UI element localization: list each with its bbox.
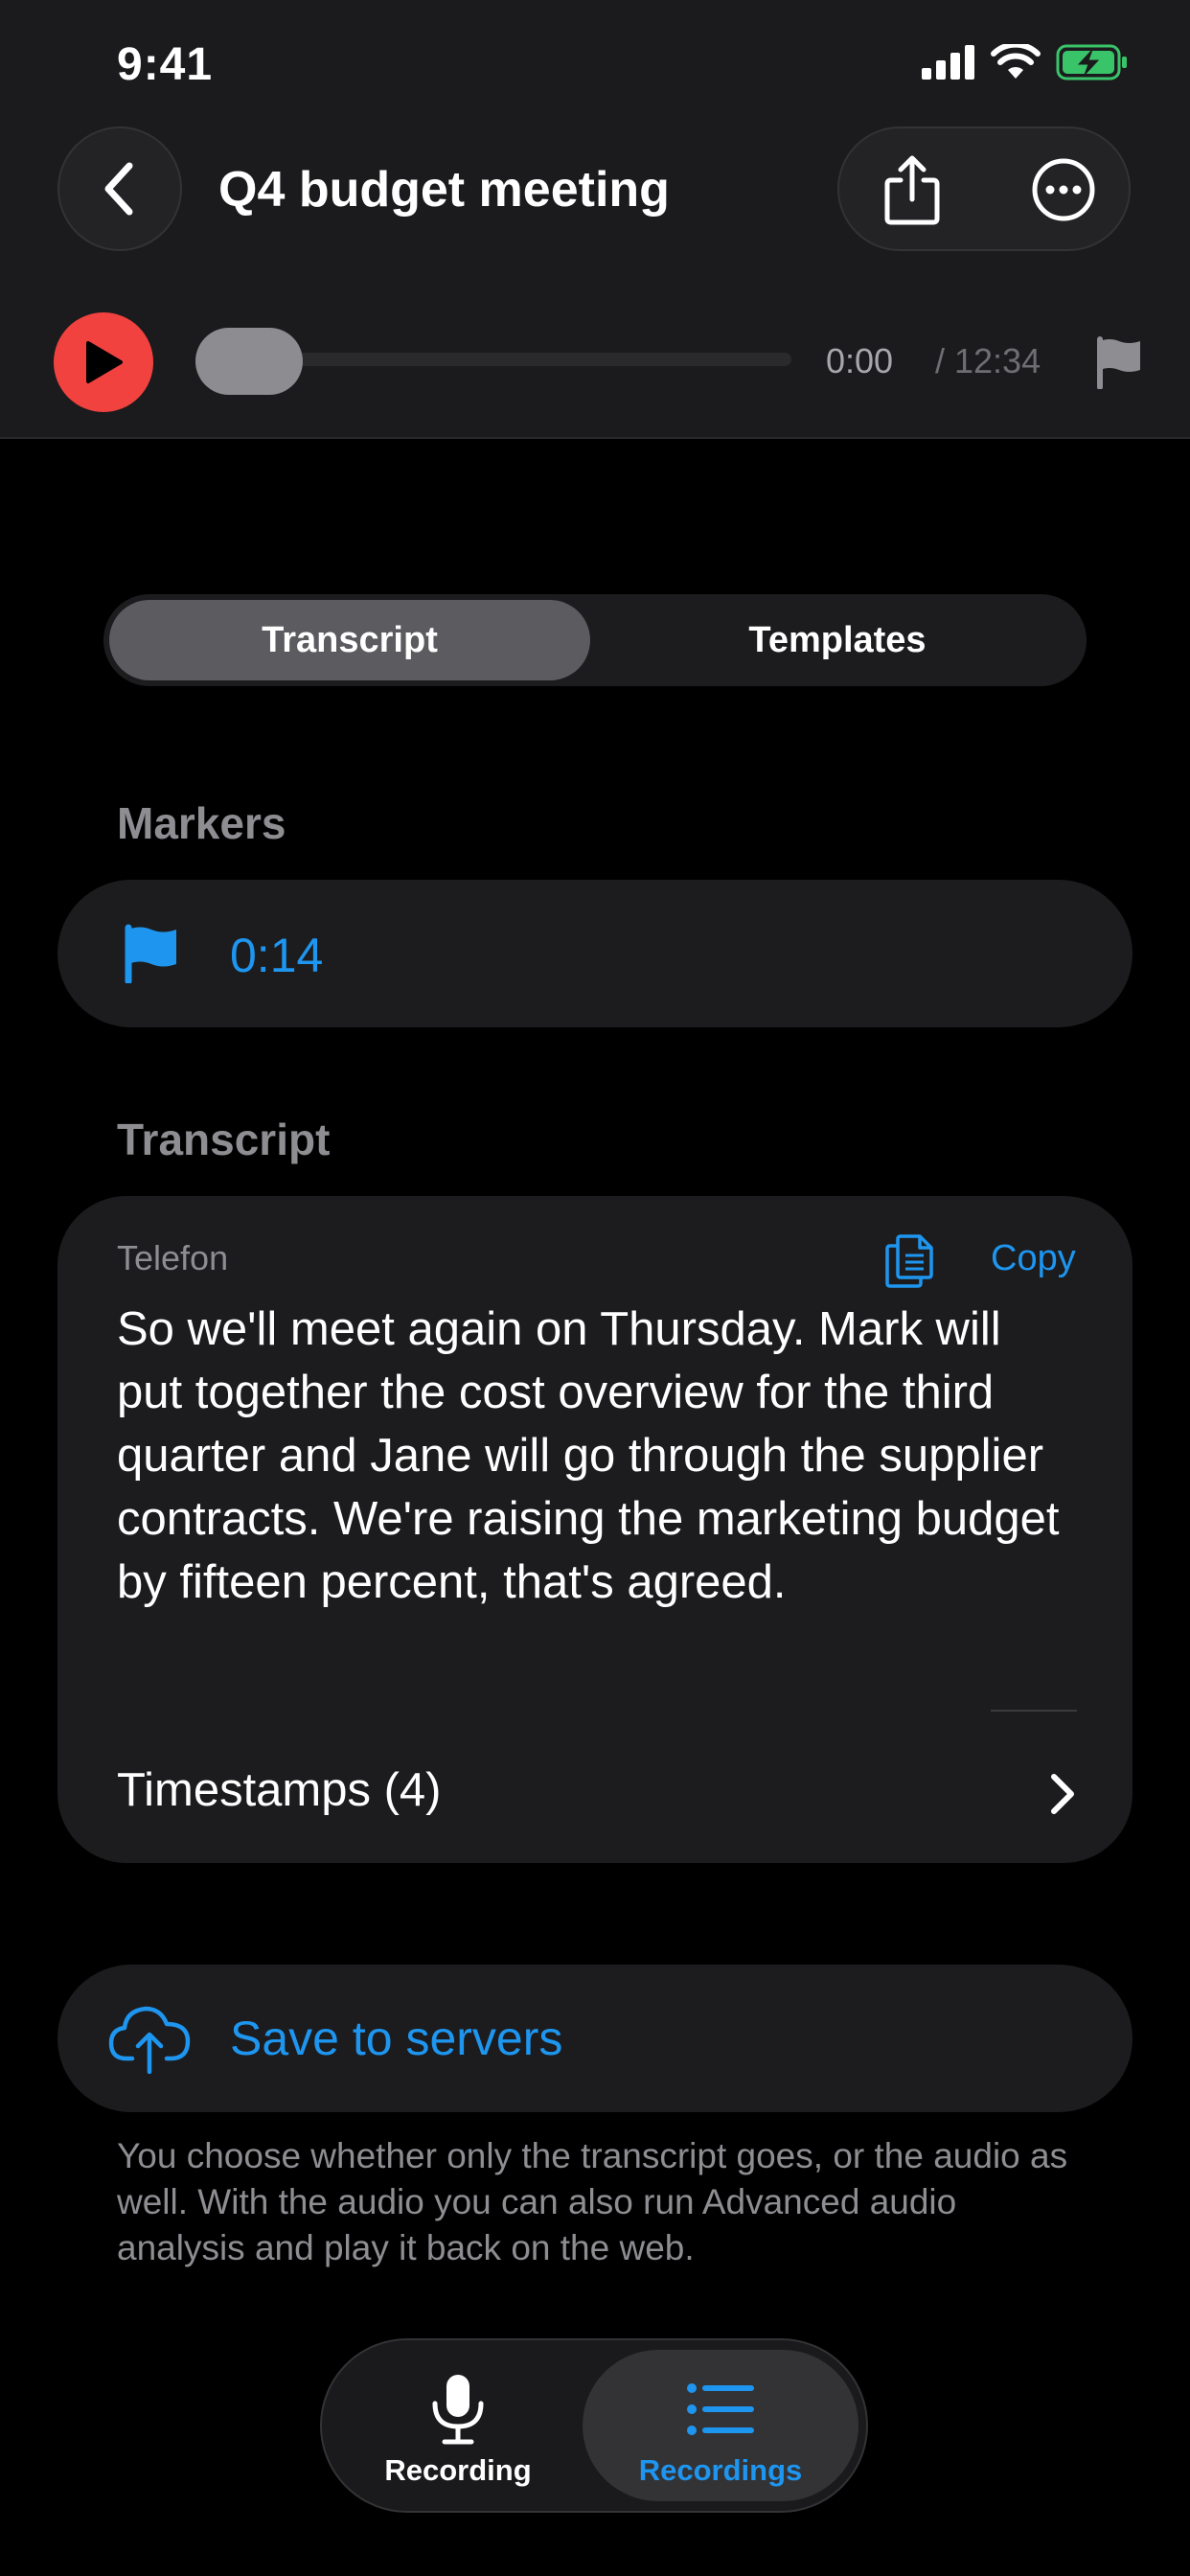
more-button[interactable]	[1025, 151, 1102, 228]
status-icons	[922, 44, 1129, 80]
save-footnote: You choose whether only the transcript g…	[117, 2136, 1068, 2267]
current-time: 0:00	[826, 341, 894, 380]
tab-recording-label: Recording	[384, 2453, 532, 2487]
divider	[991, 1710, 1077, 1712]
cloud-upload-icon	[108, 2006, 191, 2074]
save-to-servers-button[interactable]: Save to servers	[57, 1965, 1133, 2112]
flag-icon	[125, 924, 176, 983]
tab-recordings[interactable]: Recordings	[583, 2350, 858, 2501]
copy-icon[interactable]	[883, 1230, 935, 1288]
screen: 9:41 Q4 budget meeting 0:00 / 12:34 Tran…	[0, 0, 1190, 2576]
status-time: 9:41	[117, 39, 214, 90]
play-icon	[86, 341, 123, 383]
page-title: Q4 budget meeting	[218, 162, 670, 218]
tab-recording[interactable]: Recording	[332, 2350, 584, 2501]
chevron-left-icon	[104, 162, 133, 216]
tab-templates[interactable]: Templates	[594, 600, 1081, 680]
header: 9:41 Q4 budget meeting 0:00 / 12:34	[0, 0, 1190, 439]
marker-item[interactable]: 0:14	[57, 880, 1133, 1027]
list-icon	[687, 2383, 754, 2435]
copy-button[interactable]: Copy	[991, 1238, 1076, 1279]
transcript-heading: Transcript	[117, 1115, 331, 1164]
play-button[interactable]	[54, 312, 153, 412]
header-actions	[837, 126, 1131, 251]
share-icon	[884, 155, 940, 225]
scrubber-thumb[interactable]	[195, 328, 303, 395]
total-time: / 12:34	[935, 341, 1041, 380]
save-label: Save to servers	[230, 2012, 563, 2065]
battery-charging-icon	[1056, 44, 1127, 80]
speaker-label: Telefon	[117, 1238, 229, 1277]
markers-heading: Markers	[117, 798, 286, 848]
microphone-icon	[432, 2375, 484, 2445]
tab-recordings-label: Recordings	[638, 2453, 803, 2487]
timestamps-label: Timestamps (4)	[117, 1764, 442, 1816]
timestamps-row[interactable]: Timestamps (4)	[57, 1742, 1133, 1857]
cellular-signal-icon	[922, 45, 974, 80]
wifi-icon	[991, 44, 1041, 79]
add-marker-flag-icon[interactable]	[1092, 335, 1146, 389]
chevron-right-icon	[1051, 1774, 1074, 1814]
ellipsis-circle-icon	[1032, 158, 1095, 221]
tab-transcript[interactable]: Transcript	[109, 600, 590, 680]
share-button[interactable]	[874, 151, 950, 228]
transcript-card: Telefon Copy So we'll meet again on Thur…	[57, 1196, 1133, 1863]
segmented-control: Transcript Templates	[103, 594, 1087, 686]
transcript-text: So we'll meet again on Thursday. Mark wi…	[117, 1303, 1060, 1608]
back-button[interactable]	[57, 126, 182, 251]
marker-time: 0:14	[230, 929, 324, 982]
tab-bar: Recording Recordings	[320, 2338, 868, 2513]
